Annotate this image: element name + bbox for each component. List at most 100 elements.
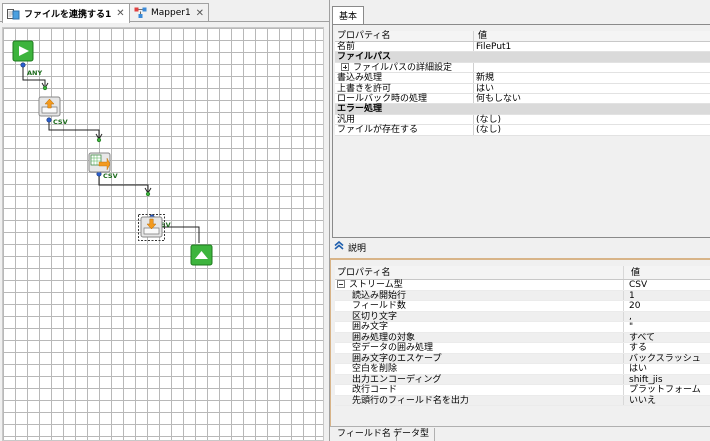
- header-value: 値: [631, 268, 641, 278]
- tab-basic[interactable]: 基本: [332, 6, 365, 24]
- stream-row-quote-target[interactable]: 囲み処理の対象 すべて: [335, 332, 710, 344]
- property-row-name[interactable]: 名前 FilePut1: [335, 42, 710, 53]
- property-name: ロールバック時の処理: [337, 93, 428, 104]
- property-row-rollback[interactable]: ロールバック時の処理 何もしない: [335, 93, 710, 105]
- property-name: ストリーム型: [349, 280, 403, 290]
- tab-close-icon[interactable]: ✕: [196, 8, 204, 19]
- property-name: 読込み開始行: [352, 290, 407, 301]
- property-table: プロパティ名 値 名前 FilePut1 ファイルパス ファイルパスの詳細設定: [335, 31, 710, 136]
- mapper-icon: [134, 7, 147, 19]
- port-icon[interactable]: [46, 117, 52, 123]
- stream-row-empty-quote[interactable]: 空データの囲み処理 する: [335, 343, 710, 354]
- property-value[interactable]: (なし): [476, 115, 501, 125]
- tab-mapper[interactable]: Mapper1 ✕: [129, 3, 210, 22]
- stream-row-output-encoding[interactable]: 出力エンコーディング shift_jis: [335, 374, 710, 386]
- property-value[interactable]: 1: [629, 291, 635, 302]
- header-property-name: プロパティ名: [337, 31, 391, 41]
- input-port-icon[interactable]: [96, 137, 102, 143]
- property-value[interactable]: はい: [629, 364, 647, 375]
- property-name: 区切り文字: [352, 311, 398, 322]
- property-value[interactable]: はい: [476, 84, 494, 94]
- property-name: ファイルが存在する: [337, 125, 419, 136]
- property-name: 出力エンコーディング: [352, 374, 442, 385]
- property-name: 空データの囲み処理: [352, 343, 434, 353]
- flow-document-icon: [7, 8, 20, 20]
- stream-row-trim-space[interactable]: 空白を削除 はい: [335, 364, 710, 375]
- property-row-allow-overwrite[interactable]: 上書きを許可 はい: [335, 83, 710, 94]
- property-value[interactable]: CSV: [629, 280, 647, 291]
- flow-canvas[interactable]: ANY CSV CSV CSV: [2, 27, 324, 441]
- tab-file-integration[interactable]: ファイルを連携する1 ✕: [2, 3, 130, 23]
- input-port-icon[interactable]: [42, 85, 48, 91]
- property-value[interactable]: ": [629, 322, 633, 333]
- property-value[interactable]: (なし): [476, 125, 501, 135]
- property-row-file-exists[interactable]: ファイルが存在する (なし): [335, 125, 710, 136]
- stream-row-delimiter[interactable]: 区切り文字 ,: [335, 311, 710, 323]
- file-put-node-selected[interactable]: [138, 214, 165, 241]
- flow-editor: ファイルを連携する1 ✕ Mapper1 ✕ ANY CSV CSV CSV: [0, 0, 329, 441]
- stream-row-field-count[interactable]: フィールド数 20: [335, 301, 710, 312]
- port-icon[interactable]: [20, 62, 26, 68]
- property-row-general[interactable]: 汎用 (なし): [335, 114, 710, 126]
- header-property-name: プロパティ名: [337, 268, 391, 278]
- collapse-icon[interactable]: [337, 280, 345, 288]
- property-value[interactable]: ,: [629, 312, 632, 323]
- flow-connectors: [22, 64, 200, 243]
- port-label-any: ANY: [27, 69, 42, 77]
- description-label: 説明: [348, 243, 367, 254]
- category-error-handling: エラー処理: [335, 104, 710, 115]
- property-name: 汎用: [337, 114, 356, 125]
- flow-ports: [20, 62, 155, 220]
- property-row-write-mode[interactable]: 書込み処理 新規: [335, 73, 710, 84]
- property-name: ファイルパスの詳細設定: [353, 62, 453, 73]
- field-table-header: フィールド名 データ型: [330, 426, 710, 441]
- column-header-data-type[interactable]: データ型: [388, 428, 436, 441]
- property-name: 空白を削除: [352, 364, 398, 374]
- end-node[interactable]: [190, 244, 213, 266]
- stream-row-header-output[interactable]: 先頭行のフィールド名を出力 いいえ: [335, 395, 710, 407]
- property-value[interactable]: 何もしない: [476, 94, 521, 104]
- property-value[interactable]: いいえ: [629, 396, 656, 407]
- property-value[interactable]: 新規: [476, 73, 494, 83]
- property-name: 囲み文字のエスケープ: [352, 353, 442, 364]
- property-name: 囲み文字: [352, 322, 389, 332]
- file-put-node[interactable]: [38, 96, 61, 117]
- property-value[interactable]: バックスラッシュ: [629, 354, 701, 365]
- flow-diagram: ANY CSV CSV CSV: [12, 40, 213, 266]
- port-label-csv: CSV: [53, 118, 68, 126]
- start-node[interactable]: [12, 40, 34, 62]
- stream-row-quote-escape[interactable]: 囲み文字のエスケープ バックスラッシュ: [335, 353, 710, 365]
- description-toggle[interactable]: 説明: [332, 240, 710, 254]
- stream-table-header: プロパティ名 値: [335, 266, 710, 280]
- stream-row-stream-type[interactable]: ストリーム型 CSV: [335, 280, 710, 291]
- mapper-node[interactable]: [88, 152, 111, 173]
- tab-file-integration-label: ファイルを連携する1: [24, 10, 112, 20]
- category-file-path: ファイルパス: [335, 52, 710, 63]
- stream-properties-panel: プロパティ名 値 ストリーム型 CSV 読込み開始行 1 フィールド数 20 区…: [330, 258, 710, 441]
- category-label: エラー処理: [337, 104, 383, 115]
- stream-row-start-line[interactable]: 読込み開始行 1: [335, 290, 710, 302]
- basic-properties-panel: プロパティ名 値 名前 FilePut1 ファイルパス ファイルパスの詳細設定: [332, 24, 710, 238]
- collapse-chevron-icon: [334, 240, 344, 253]
- property-row-file-path-detail[interactable]: ファイルパスの詳細設定: [335, 62, 710, 74]
- property-name: 名前: [337, 42, 356, 52]
- property-name: フィールド数: [352, 301, 406, 311]
- tab-close-icon[interactable]: ✕: [116, 8, 124, 19]
- stream-row-newline-code[interactable]: 改行コード プラットフォーム: [335, 385, 710, 396]
- properties-view: 基本 プロパティ名 値 名前 FilePut1 ファイルパス ファイルパスの詳細…: [329, 0, 710, 441]
- property-value[interactable]: shift_jis: [629, 375, 663, 386]
- category-label: ファイルパス: [337, 52, 392, 63]
- header-value: 値: [478, 31, 488, 41]
- editor-tab-bar: ファイルを連携する1 ✕ Mapper1 ✕: [0, 0, 329, 23]
- input-port-icon[interactable]: [145, 191, 151, 197]
- property-value[interactable]: プラットフォーム: [629, 385, 701, 396]
- expand-icon[interactable]: [341, 62, 349, 71]
- property-value[interactable]: FilePut1: [476, 42, 511, 52]
- application-window: ファイルを連携する1 ✕ Mapper1 ✕ ANY CSV CSV CSV 基…: [0, 0, 710, 441]
- property-value[interactable]: すべて: [629, 333, 655, 344]
- property-value[interactable]: する: [629, 343, 647, 354]
- stream-row-quote-char[interactable]: 囲み文字 ": [335, 322, 710, 333]
- property-value[interactable]: 20: [629, 301, 640, 312]
- property-name: 先頭行のフィールド名を出力: [352, 395, 469, 406]
- port-label-csv: CSV: [103, 172, 118, 180]
